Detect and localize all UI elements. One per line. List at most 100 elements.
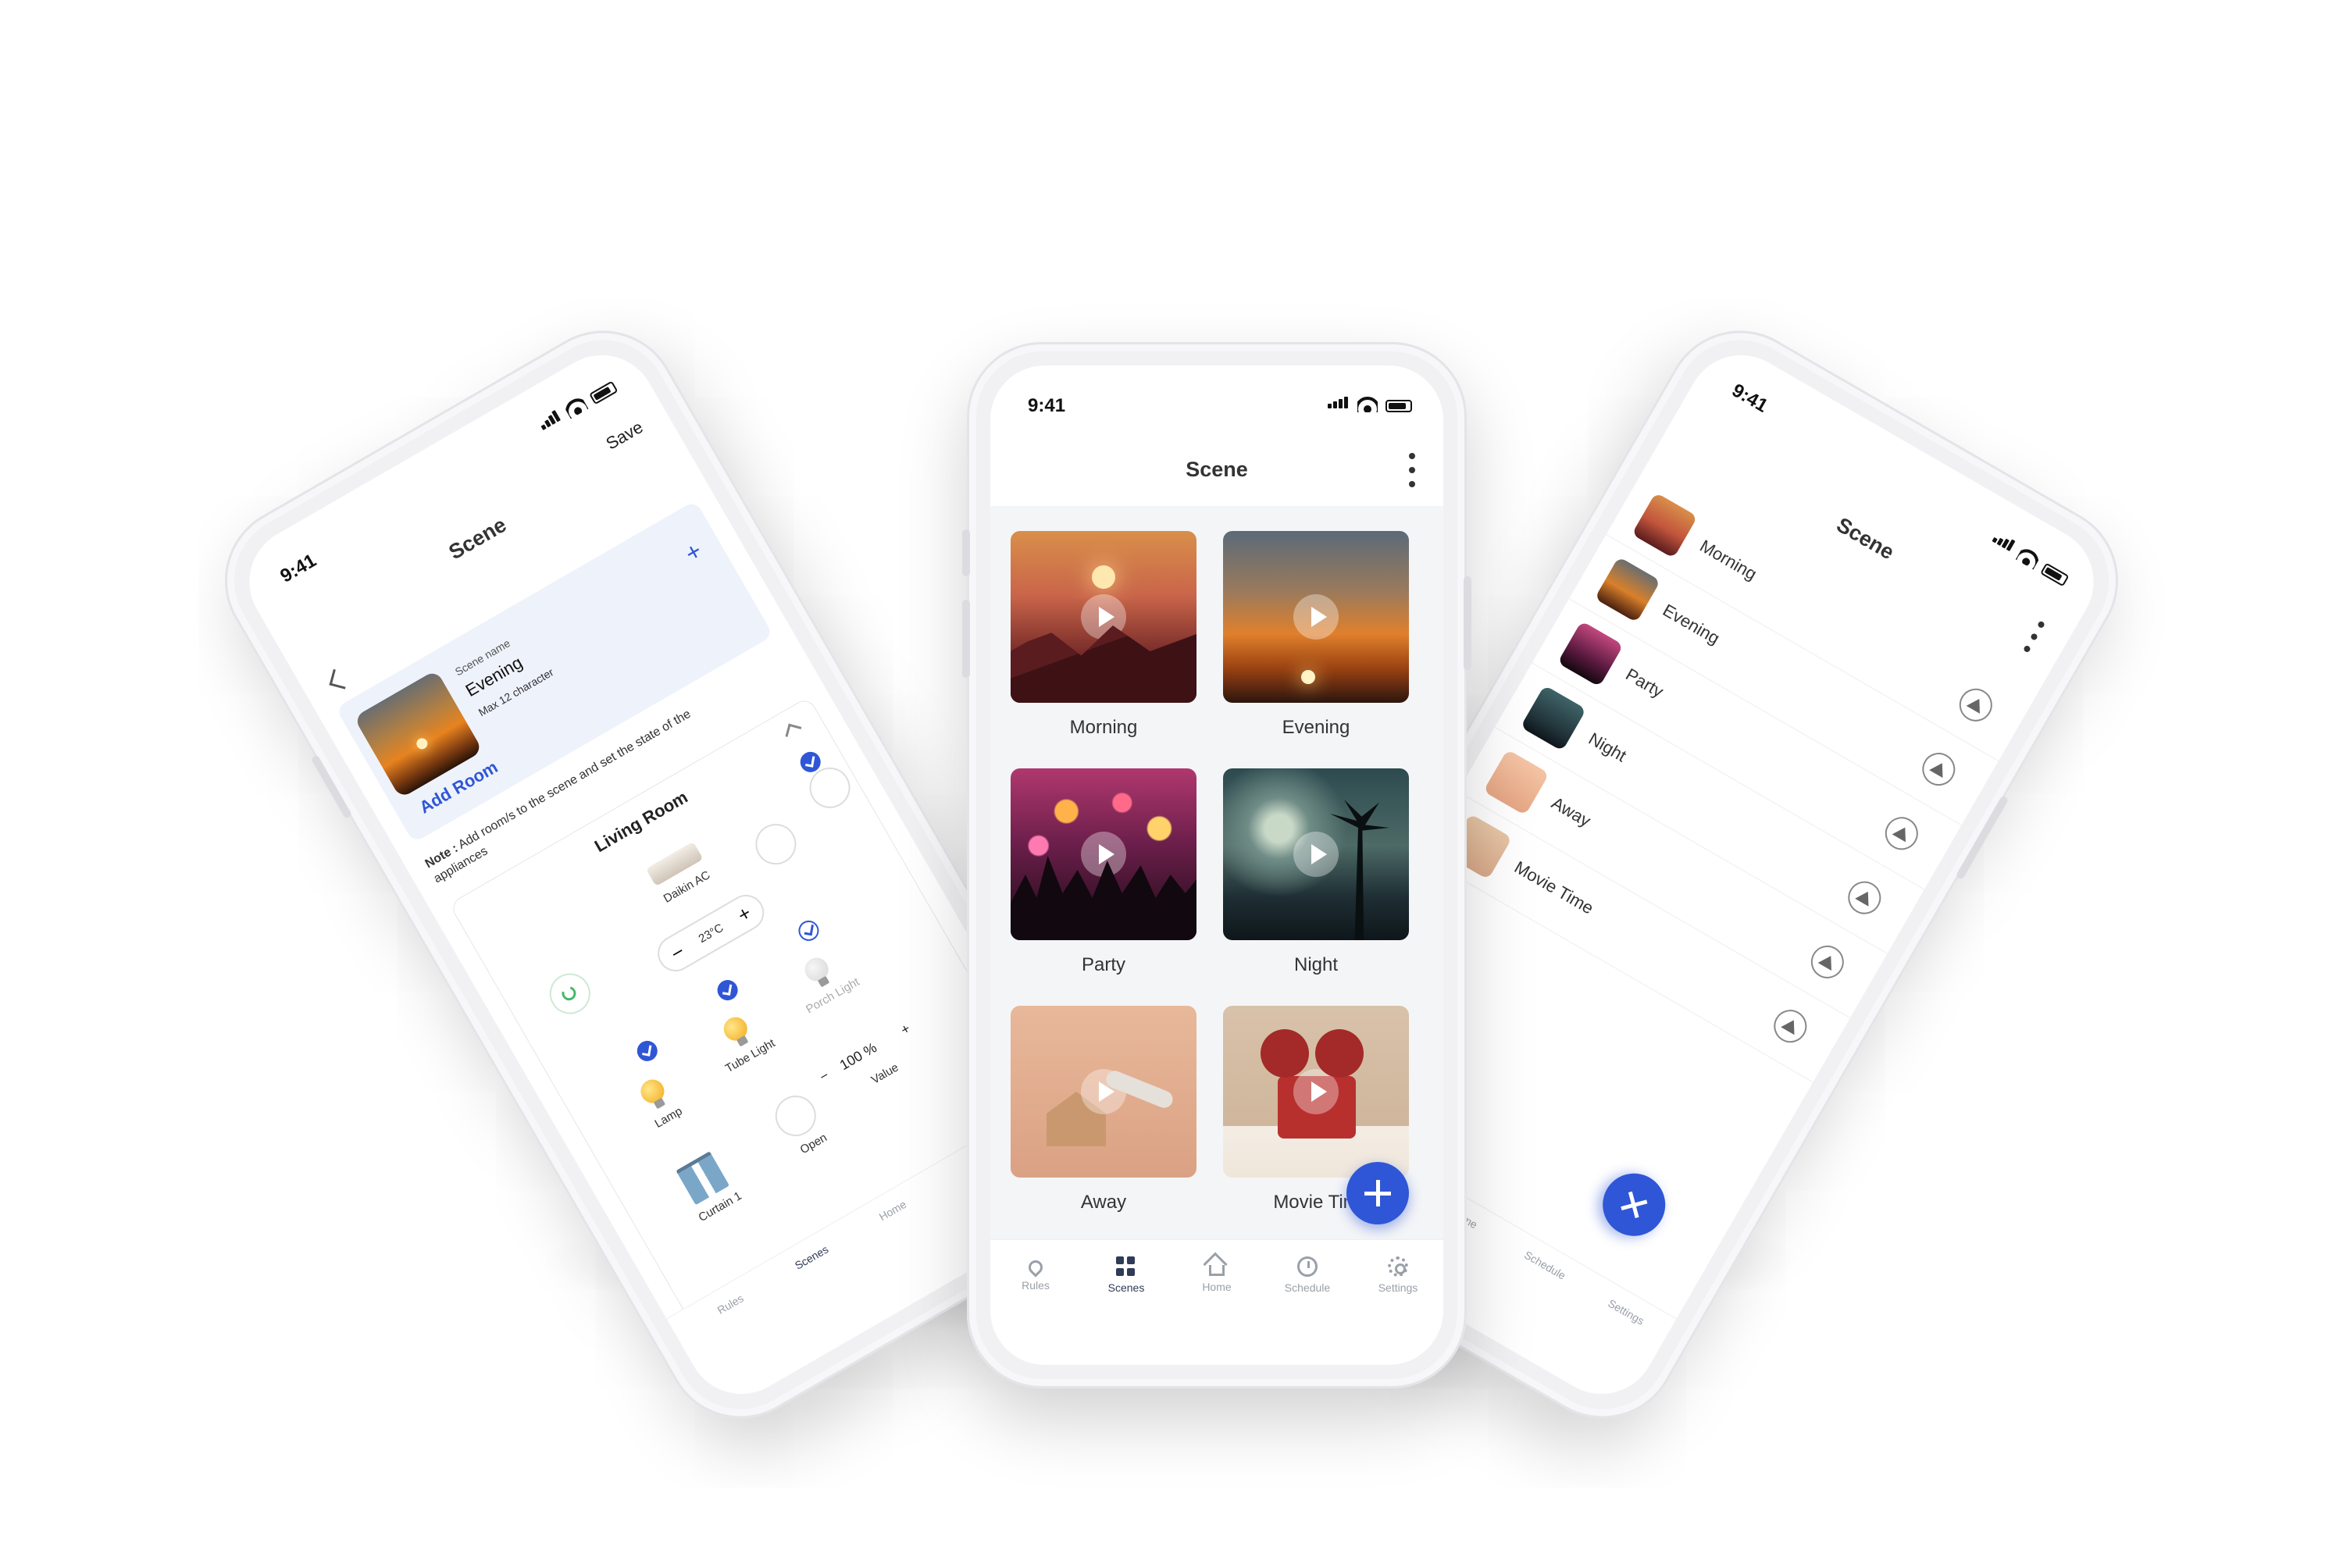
scene-tile-evening[interactable]: Evening	[1223, 531, 1409, 739]
nav-item-rules[interactable]: Rules	[990, 1240, 1081, 1310]
wifi-icon	[1357, 397, 1378, 412]
play-icon[interactable]	[1953, 682, 1999, 728]
signal-icon	[1328, 397, 1350, 412]
system-icons	[1990, 531, 2071, 587]
play-icon[interactable]	[1767, 1003, 1813, 1049]
list-item-label: Away	[1548, 793, 1595, 831]
lamp-bulb-icon	[636, 1074, 669, 1107]
plus-icon[interactable]: +	[733, 900, 756, 927]
mute-button	[962, 529, 970, 576]
location-pin-icon	[1025, 1257, 1046, 1278]
center-phone: 9:41 Scene Morning Evening Party Night A…	[962, 342, 1471, 1388]
evening-image	[1223, 531, 1409, 703]
play-icon[interactable]	[1879, 811, 1924, 857]
play-icon[interactable]	[1842, 875, 1888, 921]
lamp-check-icon[interactable]	[633, 1037, 662, 1065]
nav-item-scenes[interactable]: Scenes	[1081, 1240, 1172, 1310]
system-icons	[1328, 397, 1412, 412]
porch-light-check-icon[interactable]	[794, 917, 823, 945]
wifi-icon	[2016, 546, 2042, 569]
porch-light-bulb-icon	[801, 953, 833, 985]
page-title: Scene	[1186, 458, 1248, 481]
play-icon[interactable]	[1081, 1069, 1126, 1114]
nav-item-schedule[interactable]: Schedule	[1501, 1236, 1589, 1294]
center-screen: 9:41 Scene Morning Evening Party Night A…	[990, 365, 1443, 1365]
morning-thumbnail	[1632, 492, 1698, 559]
add-scene-button[interactable]	[1346, 1162, 1409, 1224]
list-item-label: Movie Time	[1510, 857, 1597, 918]
scene-label: Away	[1080, 1192, 1127, 1213]
status-time: 9:41	[276, 550, 320, 587]
status-time: 9:41	[1728, 380, 1772, 417]
scene-label: Party	[1081, 954, 1125, 975]
add-icon[interactable]: +	[680, 536, 708, 568]
battery-icon	[1385, 400, 1412, 412]
clock-icon	[1297, 1256, 1318, 1277]
wifi-icon	[563, 395, 589, 419]
system-icons	[537, 378, 619, 433]
away-image	[1011, 1006, 1196, 1178]
curtain-plus-icon[interactable]: +	[898, 1021, 914, 1039]
curtain-icon	[676, 1151, 730, 1206]
curtain-value: 100 %	[836, 1039, 879, 1074]
curtain-minus-icon[interactable]: −	[817, 1067, 833, 1085]
movie-image	[1223, 1006, 1409, 1178]
fan-speed-button[interactable]	[747, 816, 804, 872]
away-thumbnail	[1483, 749, 1550, 816]
list-item-label: Night	[1585, 729, 1630, 766]
nav-label: Rules	[1022, 1279, 1050, 1292]
party-thumbnail	[1557, 621, 1624, 687]
volume-button	[962, 600, 970, 678]
scene-tile-morning[interactable]: Morning	[1011, 531, 1196, 739]
tube-light-check-icon[interactable]	[713, 976, 742, 1004]
scene-label: Morning	[1069, 717, 1138, 738]
gear-icon	[1388, 1256, 1408, 1277]
nav-label: Home	[1202, 1281, 1232, 1293]
list-item-label: Morning	[1696, 536, 1760, 584]
device-label-porch-light: Porch Light	[804, 975, 862, 1017]
center-header: Scene	[990, 444, 1443, 506]
nav-label: Schedule	[1284, 1281, 1331, 1294]
device-label-tube-light: Tube Light	[722, 1036, 778, 1076]
battery-icon	[589, 380, 619, 405]
play-icon[interactable]	[1293, 1069, 1339, 1114]
scene-tile-night[interactable]: Night	[1223, 768, 1409, 976]
scene-tile-away[interactable]: Away	[1011, 1006, 1196, 1213]
nav-item-schedule[interactable]: Schedule	[1262, 1240, 1353, 1310]
list-item-label: Party	[1622, 664, 1667, 702]
minus-icon[interactable]: −	[666, 939, 689, 965]
nav-item-settings[interactable]: Settings	[1582, 1283, 1670, 1341]
scene-label: Evening	[1282, 717, 1350, 738]
party-image	[1011, 768, 1196, 940]
play-icon[interactable]	[1805, 939, 1850, 985]
play-icon[interactable]	[1916, 747, 1962, 792]
night-thumbnail	[1520, 685, 1587, 751]
tube-light-bulb-icon	[719, 1013, 752, 1046]
play-icon[interactable]	[1081, 832, 1126, 877]
more-options-icon[interactable]	[1407, 453, 1417, 487]
nav-item-home[interactable]: Home	[1172, 1240, 1262, 1310]
night-image	[1223, 768, 1409, 940]
power-side-button	[1464, 576, 1471, 670]
device-label-lamp: Lamp	[652, 1104, 685, 1131]
nav-item-settings[interactable]: Settings	[1353, 1240, 1443, 1310]
play-icon[interactable]	[1293, 594, 1339, 640]
close-fab-button[interactable]	[1596, 1166, 1673, 1243]
play-icon[interactable]	[1081, 594, 1126, 640]
status-time: 9:41	[1028, 395, 1066, 416]
scene-tile-party[interactable]: Party	[1011, 768, 1196, 976]
nav-label: Settings	[1378, 1281, 1418, 1294]
battery-icon	[2040, 562, 2070, 587]
bottom-nav: Rules Scenes Home Schedule Settings	[990, 1239, 1443, 1310]
status-bar: 9:41	[990, 365, 1443, 428]
scene-label: Night	[1293, 954, 1339, 975]
morning-image	[1011, 531, 1196, 703]
home-icon	[1209, 1265, 1225, 1276]
list-item-label: Evening	[1659, 600, 1724, 649]
nav-label: Scenes	[1107, 1281, 1145, 1294]
power-button[interactable]	[542, 966, 598, 1022]
back-arrow-icon[interactable]	[329, 668, 350, 690]
grid-icon	[1116, 1256, 1136, 1277]
play-icon[interactable]	[1293, 832, 1339, 877]
temperature-value: 23°C	[696, 921, 726, 946]
